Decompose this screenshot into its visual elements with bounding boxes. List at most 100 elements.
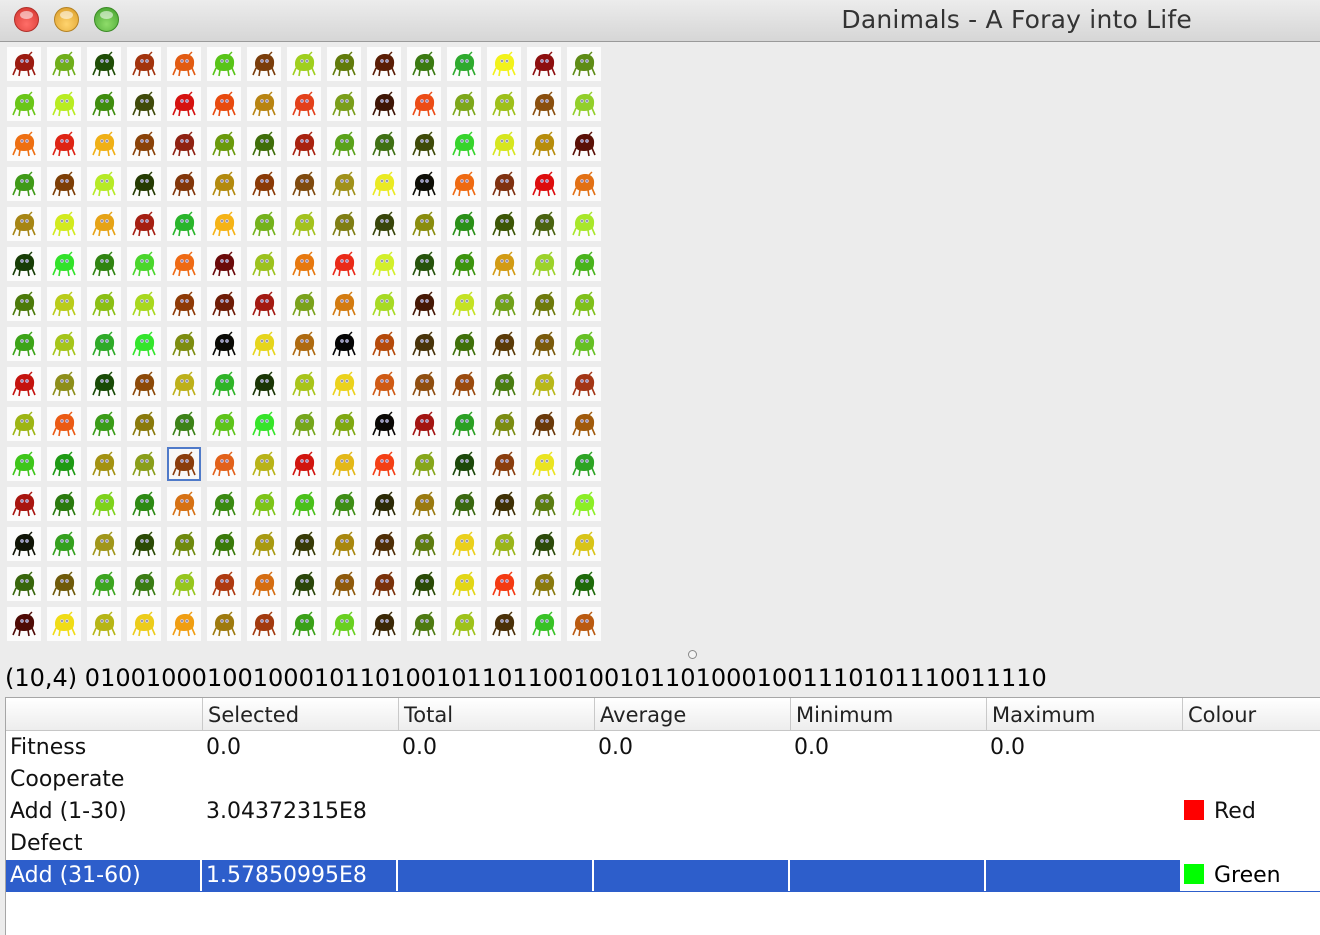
creature-cell[interactable] xyxy=(287,287,321,321)
minimize-window-button[interactable] xyxy=(54,7,79,32)
creature-cell[interactable] xyxy=(287,167,321,201)
creature-cell[interactable] xyxy=(527,607,561,641)
creature-cell[interactable] xyxy=(7,247,41,281)
creature-cell[interactable] xyxy=(167,487,201,521)
creature-cell[interactable] xyxy=(407,247,441,281)
creature-cell[interactable] xyxy=(167,47,201,81)
creature-cell[interactable] xyxy=(367,87,401,121)
creature-cell[interactable] xyxy=(127,567,161,601)
creature-cell[interactable] xyxy=(127,607,161,641)
creature-cell[interactable] xyxy=(207,487,241,521)
creature-cell[interactable] xyxy=(287,87,321,121)
creature-cell[interactable] xyxy=(207,167,241,201)
creature-cell[interactable] xyxy=(567,607,601,641)
creature-cell[interactable] xyxy=(447,47,481,81)
creature-cell[interactable] xyxy=(527,207,561,241)
creature-cell[interactable] xyxy=(7,87,41,121)
creature-cell[interactable] xyxy=(7,207,41,241)
creature-cell[interactable] xyxy=(527,327,561,361)
creature-cell[interactable] xyxy=(527,127,561,161)
creature-cell[interactable] xyxy=(327,447,361,481)
creature-cell[interactable] xyxy=(527,367,561,401)
close-window-button[interactable] xyxy=(14,7,39,32)
creature-cell[interactable] xyxy=(87,87,121,121)
creature-cell[interactable] xyxy=(567,87,601,121)
creature-cell[interactable] xyxy=(327,287,361,321)
creature-cell[interactable] xyxy=(87,47,121,81)
column-header-maximum[interactable]: Maximum xyxy=(986,698,1182,730)
table-row[interactable]: Cooperate xyxy=(6,764,1320,796)
creature-cell[interactable] xyxy=(447,487,481,521)
creature-cell[interactable] xyxy=(7,527,41,561)
creature-cell[interactable] xyxy=(47,247,81,281)
creature-cell[interactable] xyxy=(407,487,441,521)
creature-cell[interactable] xyxy=(527,47,561,81)
column-header-total[interactable]: Total xyxy=(398,698,594,730)
creature-cell[interactable] xyxy=(407,47,441,81)
creature-cell[interactable] xyxy=(167,287,201,321)
creature-cell[interactable] xyxy=(207,327,241,361)
creature-cell[interactable] xyxy=(447,247,481,281)
creature-cell[interactable] xyxy=(327,567,361,601)
creature-cell[interactable] xyxy=(167,567,201,601)
creature-cell[interactable] xyxy=(407,167,441,201)
table-row[interactable]: Add (1-30) 3.04372315E8 Red xyxy=(6,796,1320,828)
creature-cell[interactable] xyxy=(367,407,401,441)
creature-cell[interactable] xyxy=(287,447,321,481)
creature-cell[interactable] xyxy=(447,527,481,561)
creature-cell[interactable] xyxy=(487,87,521,121)
creature-cell[interactable] xyxy=(527,247,561,281)
creature-cell[interactable] xyxy=(7,407,41,441)
creature-cell[interactable] xyxy=(487,47,521,81)
creature-cell[interactable] xyxy=(327,327,361,361)
creature-cell[interactable] xyxy=(487,127,521,161)
creature-cell[interactable] xyxy=(247,567,281,601)
creature-cell[interactable] xyxy=(447,87,481,121)
creature-cell[interactable] xyxy=(407,407,441,441)
creature-cell[interactable] xyxy=(367,207,401,241)
creature-cell[interactable] xyxy=(247,47,281,81)
creature-cell[interactable] xyxy=(327,367,361,401)
creature-cell[interactable] xyxy=(127,287,161,321)
zoom-window-button[interactable] xyxy=(94,7,119,32)
creature-cell[interactable] xyxy=(87,607,121,641)
creature-cell[interactable] xyxy=(87,527,121,561)
creature-cell[interactable] xyxy=(367,567,401,601)
creature-cell[interactable] xyxy=(327,487,361,521)
creature-cell[interactable] xyxy=(7,327,41,361)
creature-cell[interactable] xyxy=(567,327,601,361)
creature-cell[interactable] xyxy=(207,47,241,81)
creature-cell[interactable] xyxy=(367,367,401,401)
creature-cell[interactable] xyxy=(447,167,481,201)
creature-cell[interactable] xyxy=(327,47,361,81)
creature-cell[interactable] xyxy=(207,407,241,441)
creature-cell[interactable] xyxy=(127,47,161,81)
creature-cell[interactable] xyxy=(7,607,41,641)
creature-cell[interactable] xyxy=(487,527,521,561)
creature-cell[interactable] xyxy=(247,527,281,561)
creature-cell[interactable] xyxy=(87,447,121,481)
creature-cell[interactable] xyxy=(207,447,241,481)
creature-cell[interactable] xyxy=(447,127,481,161)
creature-cell[interactable] xyxy=(327,607,361,641)
creature-cell[interactable] xyxy=(47,367,81,401)
creature-cell[interactable] xyxy=(207,207,241,241)
creature-cell[interactable] xyxy=(207,607,241,641)
creature-cell[interactable] xyxy=(367,47,401,81)
creature-cell[interactable] xyxy=(487,487,521,521)
creature-cell[interactable] xyxy=(127,207,161,241)
creature-cell[interactable] xyxy=(567,567,601,601)
creature-cell[interactable] xyxy=(87,287,121,321)
creature-cell[interactable] xyxy=(567,487,601,521)
creature-cell[interactable] xyxy=(567,167,601,201)
creature-cell[interactable] xyxy=(447,207,481,241)
creature-cell[interactable] xyxy=(527,407,561,441)
creature-cell[interactable] xyxy=(487,287,521,321)
creature-cell[interactable] xyxy=(127,407,161,441)
creature-cell[interactable] xyxy=(527,167,561,201)
creature-cell[interactable] xyxy=(87,567,121,601)
creature-cell[interactable] xyxy=(487,367,521,401)
creature-cell[interactable] xyxy=(407,567,441,601)
creature-cell[interactable] xyxy=(527,487,561,521)
creature-cell[interactable] xyxy=(327,247,361,281)
